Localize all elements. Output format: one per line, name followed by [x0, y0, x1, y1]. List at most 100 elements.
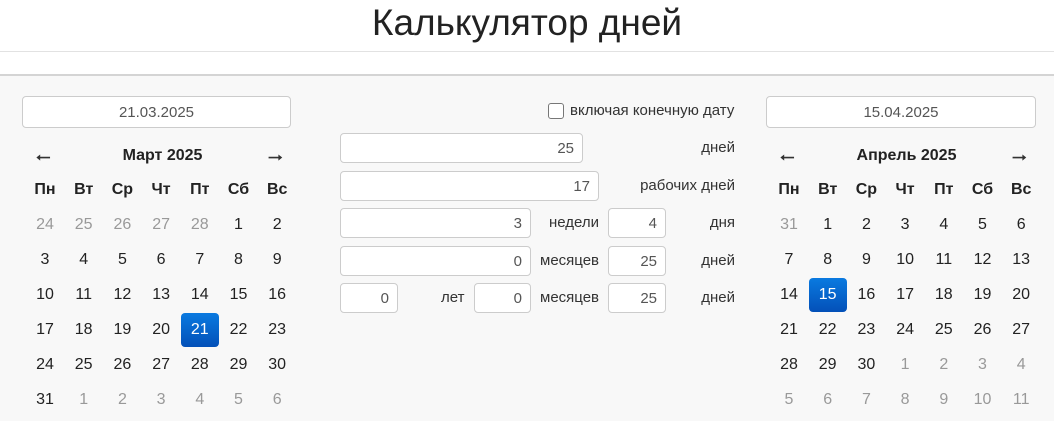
calendar-day[interactable]: 9 [925, 383, 963, 417]
calendar-day[interactable]: 25 [65, 348, 103, 382]
calendar-day[interactable]: 5 [964, 208, 1002, 242]
calendar-day[interactable]: 28 [181, 208, 219, 242]
calendar-day[interactable]: 12 [103, 278, 141, 312]
months-input[interactable] [340, 246, 531, 276]
calendar-day[interactable]: 2 [925, 348, 963, 382]
calendar-day[interactable]: 16 [847, 278, 885, 312]
calendar-day[interactable]: 1 [65, 383, 103, 417]
calendar-day[interactable]: 3 [886, 208, 924, 242]
calendar-day[interactable]: 12 [964, 243, 1002, 277]
calendar-day[interactable]: 22 [809, 313, 847, 347]
workdays-input[interactable] [340, 171, 599, 201]
calendar-day[interactable]: 24 [26, 208, 64, 242]
calendar-day[interactable]: 5 [103, 243, 141, 277]
calendar-day[interactable]: 27 [1002, 313, 1040, 347]
calendar-day[interactable]: 19 [964, 278, 1002, 312]
calendar-day[interactable]: 6 [1002, 208, 1040, 242]
calendar-day[interactable]: 26 [964, 313, 1002, 347]
calendar-day[interactable]: 9 [847, 243, 885, 277]
calendar-day[interactable]: 11 [1002, 383, 1040, 417]
calendar-day[interactable]: 20 [1002, 278, 1040, 312]
calendar-day[interactable]: 19 [103, 313, 141, 347]
calendar-day[interactable]: 1 [220, 208, 258, 242]
days-input[interactable] [340, 133, 583, 163]
include-end-date-label[interactable]: включая конечную дату [570, 96, 734, 126]
include-end-date-checkbox[interactable] [548, 103, 564, 119]
arrow-right-icon[interactable]: 🠂 [268, 146, 283, 176]
calendar-day[interactable]: 4 [1002, 348, 1040, 382]
calendar-day[interactable]: 3 [964, 348, 1002, 382]
calendar-day[interactable]: 10 [26, 278, 64, 312]
calendar-day[interactable]: 2 [103, 383, 141, 417]
calendar-day[interactable]: 9 [258, 243, 296, 277]
start-date-input[interactable] [22, 96, 291, 128]
calendar-day[interactable]: 21 [770, 313, 808, 347]
calendar-day[interactable]: 30 [258, 348, 296, 382]
calendar-day[interactable]: 7 [770, 243, 808, 277]
calendar-day[interactable]: 27 [142, 208, 180, 242]
calendar-day[interactable]: 1 [886, 348, 924, 382]
calendar-day[interactable]: 23 [258, 313, 296, 347]
selected-day[interactable]: 15 [808, 278, 847, 312]
end-date-input[interactable] [766, 96, 1036, 128]
calendar-day[interactable]: 26 [103, 208, 141, 242]
calendar-day[interactable]: 18 [65, 313, 103, 347]
calendar-day[interactable]: 29 [220, 348, 258, 382]
calendar-day[interactable]: 14 [770, 278, 808, 312]
calendar-day[interactable]: 8 [886, 383, 924, 417]
calendar-day[interactable]: 3 [142, 383, 180, 417]
calendar-day[interactable]: 31 [26, 383, 64, 417]
calendar-day[interactable]: 27 [142, 348, 180, 382]
calendar-day[interactable]: 4 [181, 383, 219, 417]
calendar-day[interactable]: 13 [142, 278, 180, 312]
calendar-day[interactable]: 14 [181, 278, 219, 312]
calendar-day[interactable]: 18 [925, 278, 963, 312]
calendar-day[interactable]: 16 [258, 278, 296, 312]
calendar-day[interactable]: 23 [847, 313, 885, 347]
years-input[interactable] [340, 283, 398, 313]
calendar-day[interactable]: 31 [770, 208, 808, 242]
calendar-day[interactable]: 15 [220, 278, 258, 312]
calendar-day[interactable]: 17 [886, 278, 924, 312]
ymd-months-input[interactable] [474, 283, 531, 313]
calendar-day[interactable]: 13 [1002, 243, 1040, 277]
calendar-day[interactable]: 10 [886, 243, 924, 277]
calendar-day[interactable]: 6 [809, 383, 847, 417]
calendar-day[interactable]: 24 [26, 348, 64, 382]
calendar-day[interactable]: 24 [886, 313, 924, 347]
calendar-day[interactable]: 25 [925, 313, 963, 347]
calendar-day[interactable]: 11 [65, 278, 103, 312]
calendar-day[interactable]: 1 [809, 208, 847, 242]
calendar-day[interactable]: 29 [809, 348, 847, 382]
calendar-day[interactable]: 7 [181, 243, 219, 277]
weeks-input[interactable] [340, 208, 531, 238]
calendar-day[interactable]: 4 [65, 243, 103, 277]
ymd-days-label: дней [701, 289, 735, 306]
calendar-day[interactable]: 8 [220, 243, 258, 277]
calendar-day[interactable]: 4 [925, 208, 963, 242]
calendar-day[interactable]: 6 [258, 383, 296, 417]
calendar-day[interactable]: 30 [847, 348, 885, 382]
arrow-right-icon[interactable]: 🠂 [1012, 146, 1027, 176]
calendar-day[interactable]: 10 [964, 383, 1002, 417]
calendar-day[interactable]: 2 [847, 208, 885, 242]
weeks-days-input[interactable] [608, 208, 666, 238]
calendar-day[interactable]: 5 [770, 383, 808, 417]
calendar-day[interactable]: 2 [258, 208, 296, 242]
calendar-day[interactable]: 22 [220, 313, 258, 347]
calendar-day[interactable]: 17 [26, 313, 64, 347]
calendar-day[interactable]: 28 [181, 348, 219, 382]
calendar-day[interactable]: 3 [26, 243, 64, 277]
calendar-day[interactable]: 6 [142, 243, 180, 277]
calendar-day[interactable]: 8 [809, 243, 847, 277]
calendar-day[interactable]: 20 [142, 313, 180, 347]
calendar-day[interactable]: 11 [925, 243, 963, 277]
calendar-day[interactable]: 7 [847, 383, 885, 417]
calendar-day[interactable]: 28 [770, 348, 808, 382]
calendar-day[interactable]: 25 [65, 208, 103, 242]
months-days-input[interactable] [608, 246, 666, 276]
calendar-day[interactable]: 26 [103, 348, 141, 382]
ymd-days-input[interactable] [608, 283, 666, 313]
selected-day[interactable]: 21 [180, 313, 219, 347]
calendar-day[interactable]: 5 [220, 383, 258, 417]
